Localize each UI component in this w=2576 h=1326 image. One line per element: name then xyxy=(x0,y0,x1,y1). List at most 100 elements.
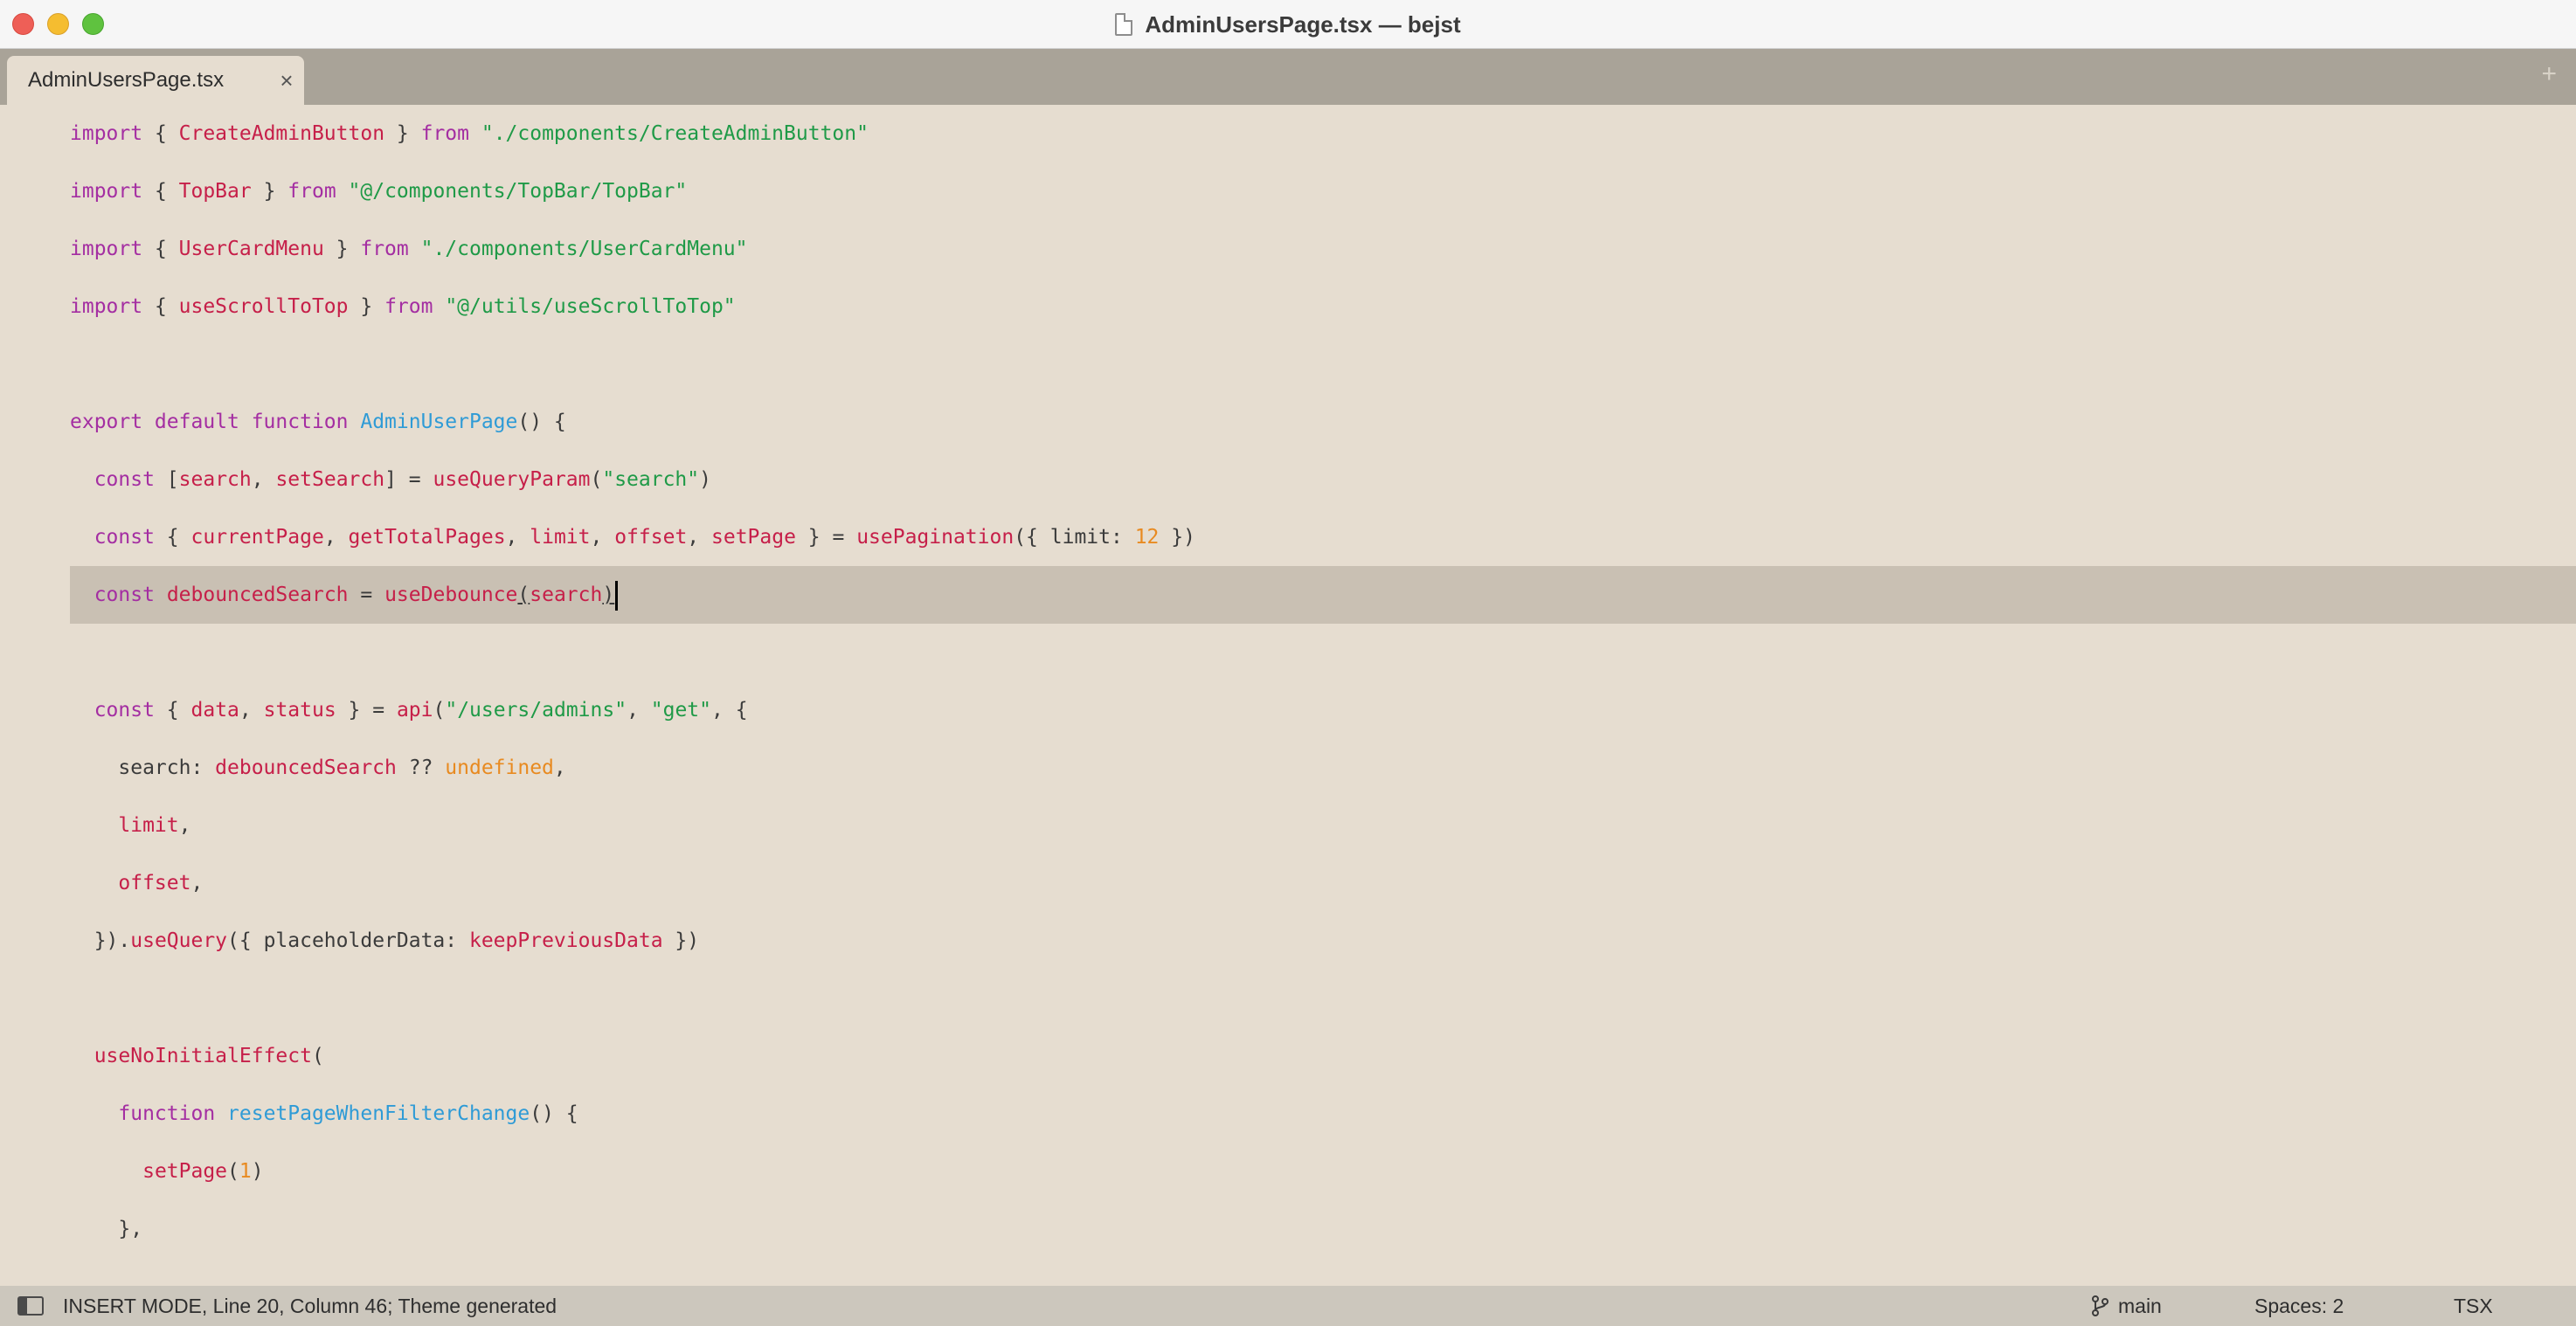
new-tab-icon[interactable]: + xyxy=(2541,61,2557,87)
code-token: "./components/CreateAdminButton" xyxy=(481,122,869,145)
code-line[interactable]: useNoInitialEffect( xyxy=(70,1027,324,1085)
code-line[interactable]: const [search, setSearch] = useQueryPara… xyxy=(70,451,711,508)
code-token: { xyxy=(154,699,191,722)
code-token: UserCardMenu xyxy=(178,238,324,260)
code-token: usePagination xyxy=(856,526,1014,549)
code-token: status xyxy=(263,699,336,722)
code-token: { xyxy=(142,180,179,203)
code-line[interactable]: function resetPageWhenFilterChange() { xyxy=(70,1085,578,1143)
code-token: ( xyxy=(433,699,446,722)
code-token: , { xyxy=(711,699,748,722)
code-token: , xyxy=(178,814,191,837)
code-token: , xyxy=(553,756,566,779)
code-token: limit xyxy=(118,814,179,837)
code-token: "/users/admins" xyxy=(445,699,627,722)
code-token: 12 xyxy=(1134,526,1160,549)
code-token: from xyxy=(360,238,409,260)
code-line[interactable]: import { UserCardMenu } from "./componen… xyxy=(70,220,747,278)
code-token: , xyxy=(251,468,276,491)
indentation-setting[interactable]: Spaces: 2 xyxy=(2254,1286,2344,1326)
code-token: , xyxy=(190,872,204,894)
code-token: { xyxy=(142,238,179,260)
window-title: AdminUsersPage.tsx — bejst xyxy=(0,0,2576,49)
code-token: "get" xyxy=(650,699,712,722)
code-token: "@/components/TopBar/TopBar" xyxy=(348,180,688,203)
code-token: function xyxy=(118,1102,216,1125)
code-token: const xyxy=(93,584,155,606)
code-token: } xyxy=(251,180,288,203)
code-token: data xyxy=(190,699,239,722)
git-branch-icon xyxy=(2092,1295,2109,1316)
code-token: import xyxy=(70,122,143,145)
tab-bar: AdminUsersPage.tsx × xyxy=(0,49,2576,105)
code-token: const xyxy=(93,468,155,491)
code-token: } xyxy=(348,295,385,318)
code-token: useNoInitialEffect xyxy=(93,1045,312,1067)
code-line[interactable]: }).useQuery({ placeholderData: keepPrevi… xyxy=(70,912,699,970)
code-line[interactable]: import { CreateAdminButton } from "./com… xyxy=(70,105,869,162)
code-token: () { xyxy=(517,411,566,433)
code-token: { xyxy=(142,122,179,145)
code-token: } = xyxy=(795,526,857,549)
code-token: } = xyxy=(336,699,397,722)
code-token: AdminUserPage xyxy=(360,411,518,433)
code-token: "search" xyxy=(602,468,700,491)
code-line[interactable]: search: debouncedSearch ?? undefined, xyxy=(70,739,566,797)
tab-adminuserspage[interactable]: AdminUsersPage.tsx × xyxy=(7,56,304,105)
code-token: } xyxy=(384,122,421,145)
code-line[interactable]: const { data, status } = api("/users/adm… xyxy=(70,681,748,739)
code-line[interactable]: export default function AdminUserPage() … xyxy=(70,393,566,451)
code-token: 1 xyxy=(239,1160,252,1183)
code-line[interactable]: import { useScrollToTop } from "@/utils/… xyxy=(70,278,736,335)
code-line[interactable]: limit, xyxy=(70,797,191,854)
code-token: , xyxy=(687,526,711,549)
tab-close-icon[interactable]: × xyxy=(269,67,304,94)
code-token: [ xyxy=(154,468,179,491)
code-token: offset xyxy=(118,872,191,894)
code-token: offset xyxy=(614,526,688,549)
code-token: undefined xyxy=(445,756,554,779)
code-token: , xyxy=(323,526,349,549)
code-line[interactable]: const debouncedSearch = useDebounce(sear… xyxy=(70,566,619,624)
code-token: search: xyxy=(70,756,216,779)
status-bar: INSERT MODE, Line 20, Column 46; Theme g… xyxy=(0,1286,2576,1326)
code-token: debouncedSearch xyxy=(166,584,349,606)
code-token: setPage xyxy=(142,1160,228,1183)
code-token: keepPreviousData xyxy=(468,929,663,952)
code-token: useScrollToTop xyxy=(178,295,349,318)
code-line[interactable]: setPage(1) xyxy=(70,1143,264,1200)
code-token: currentPage xyxy=(190,526,324,549)
code-line[interactable]: offset, xyxy=(70,854,203,912)
code-token: from xyxy=(287,180,336,203)
tab-label: AdminUsersPage.tsx xyxy=(28,68,225,92)
code-token: { xyxy=(154,526,191,549)
syntax-setting[interactable]: TSX xyxy=(2454,1286,2493,1326)
code-token: }, xyxy=(70,1218,143,1240)
code-line[interactable]: const { currentPage, getTotalPages, limi… xyxy=(70,508,1195,566)
code-token: search xyxy=(178,468,252,491)
sidebar-toggle-icon[interactable] xyxy=(17,1296,44,1316)
code-token: , xyxy=(590,526,615,549)
code-editor[interactable]: import { CreateAdminButton } from "./com… xyxy=(0,105,2576,1286)
code-token: ( xyxy=(517,584,530,606)
code-line[interactable]: import { TopBar } from "@/components/Top… xyxy=(70,162,687,220)
git-branch[interactable]: main xyxy=(2090,1286,2162,1326)
code-token: ( xyxy=(227,1160,239,1183)
code-token: () { xyxy=(530,1102,578,1125)
code-token: ] = xyxy=(384,468,433,491)
code-line[interactable]: }, xyxy=(70,1200,142,1258)
code-token: , xyxy=(505,526,530,549)
code-token: import xyxy=(70,180,143,203)
code-token: import xyxy=(70,238,143,260)
